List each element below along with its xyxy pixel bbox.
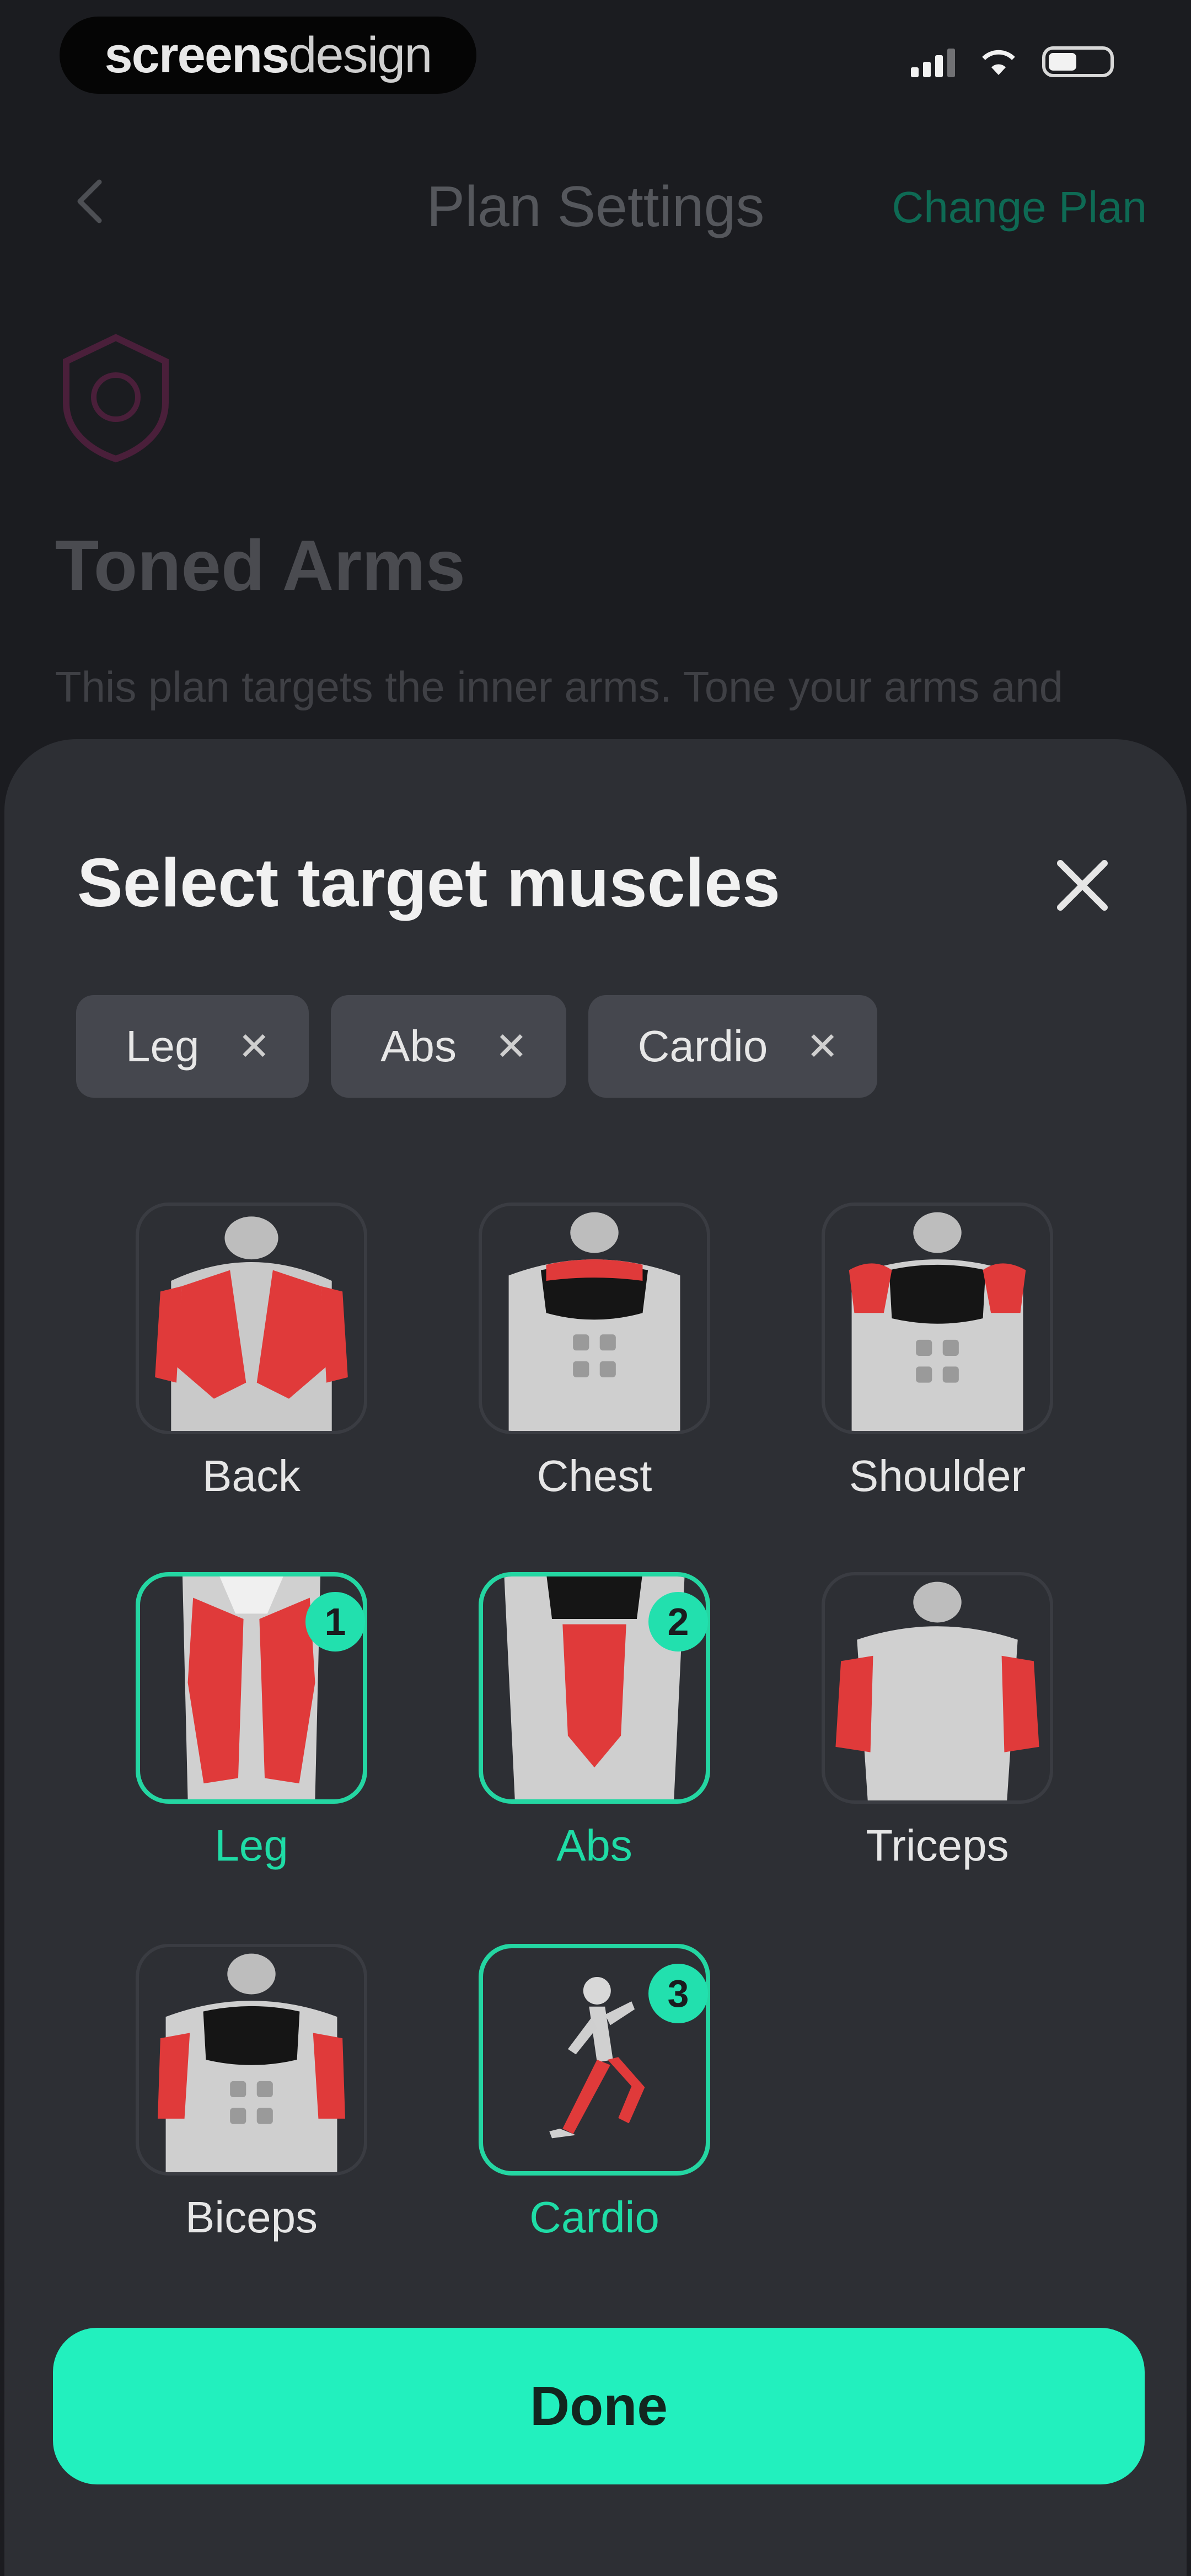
- shoulder-muscle-image: [822, 1203, 1053, 1434]
- muscle-select-sheet: Select target muscles Leg ✕ Abs ✕ Cardio…: [4, 739, 1187, 2576]
- remove-icon[interactable]: ✕: [806, 1024, 839, 1069]
- status-icons: [911, 44, 1114, 77]
- muscle-label: Chest: [537, 1451, 652, 1500]
- top-nav: Plan Settings Change Plan: [0, 154, 1191, 248]
- muscle-label: Triceps: [866, 1821, 1009, 1870]
- brand-logo: screens design: [60, 17, 476, 94]
- brand-logo-bold: screens: [104, 26, 290, 83]
- signal-icon: [911, 44, 955, 77]
- chip-label: Cardio: [637, 1022, 768, 1071]
- battery-icon: [1042, 46, 1114, 77]
- sheet-title: Select target muscles: [77, 845, 781, 921]
- muscle-option-leg[interactable]: 1 Leg: [130, 1572, 373, 1914]
- selection-order-badge: 3: [648, 1964, 708, 2023]
- muscle-option-shoulder[interactable]: Shoulder: [816, 1203, 1059, 1544]
- close-icon[interactable]: [1041, 844, 1124, 927]
- selection-order-badge: 1: [305, 1592, 365, 1652]
- muscle-option-back[interactable]: Back: [130, 1203, 373, 1544]
- chip-label: Abs: [380, 1022, 457, 1071]
- wifi-icon: [982, 50, 1015, 75]
- muscle-option-chest[interactable]: Chest: [473, 1203, 716, 1544]
- muscle-option-biceps[interactable]: Biceps: [130, 1944, 373, 2286]
- muscle-label: Abs: [556, 1821, 632, 1870]
- brand-logo-light: design: [288, 26, 432, 83]
- triceps-muscle-image: [822, 1572, 1053, 1804]
- muscle-label: Cardio: [529, 2193, 659, 2242]
- chest-muscle-image: [479, 1203, 710, 1434]
- muscle-label: Back: [202, 1451, 301, 1500]
- muscle-option-cardio[interactable]: 3 Cardio: [473, 1944, 716, 2286]
- change-plan-link[interactable]: Change Plan: [892, 182, 1147, 233]
- selected-chips: Leg ✕ Abs ✕ Cardio ✕: [76, 995, 877, 1098]
- shield-icon: [63, 334, 169, 463]
- chip-cardio[interactable]: Cardio ✕: [588, 995, 877, 1098]
- muscle-label: Shoulder: [849, 1451, 1026, 1500]
- chip-abs[interactable]: Abs ✕: [331, 995, 566, 1098]
- plan-description: This plan targets the inner arms. Tone y…: [55, 662, 1064, 711]
- muscle-option-abs[interactable]: 2 Abs: [473, 1572, 716, 1914]
- selection-order-badge: 2: [648, 1592, 708, 1652]
- done-button[interactable]: Done: [53, 2328, 1145, 2484]
- muscle-label: Biceps: [185, 2193, 318, 2242]
- plan-title: Toned Arms: [55, 525, 465, 606]
- muscle-option-triceps[interactable]: Triceps: [816, 1572, 1059, 1914]
- remove-icon[interactable]: ✕: [495, 1024, 528, 1069]
- muscle-label: Leg: [214, 1821, 288, 1870]
- chip-leg[interactable]: Leg ✕: [76, 995, 309, 1098]
- chip-label: Leg: [126, 1022, 200, 1071]
- biceps-muscle-image: [136, 1944, 367, 2176]
- status-bar: screens design: [0, 0, 1191, 127]
- back-muscle-image: [136, 1203, 367, 1434]
- remove-icon[interactable]: ✕: [238, 1024, 270, 1069]
